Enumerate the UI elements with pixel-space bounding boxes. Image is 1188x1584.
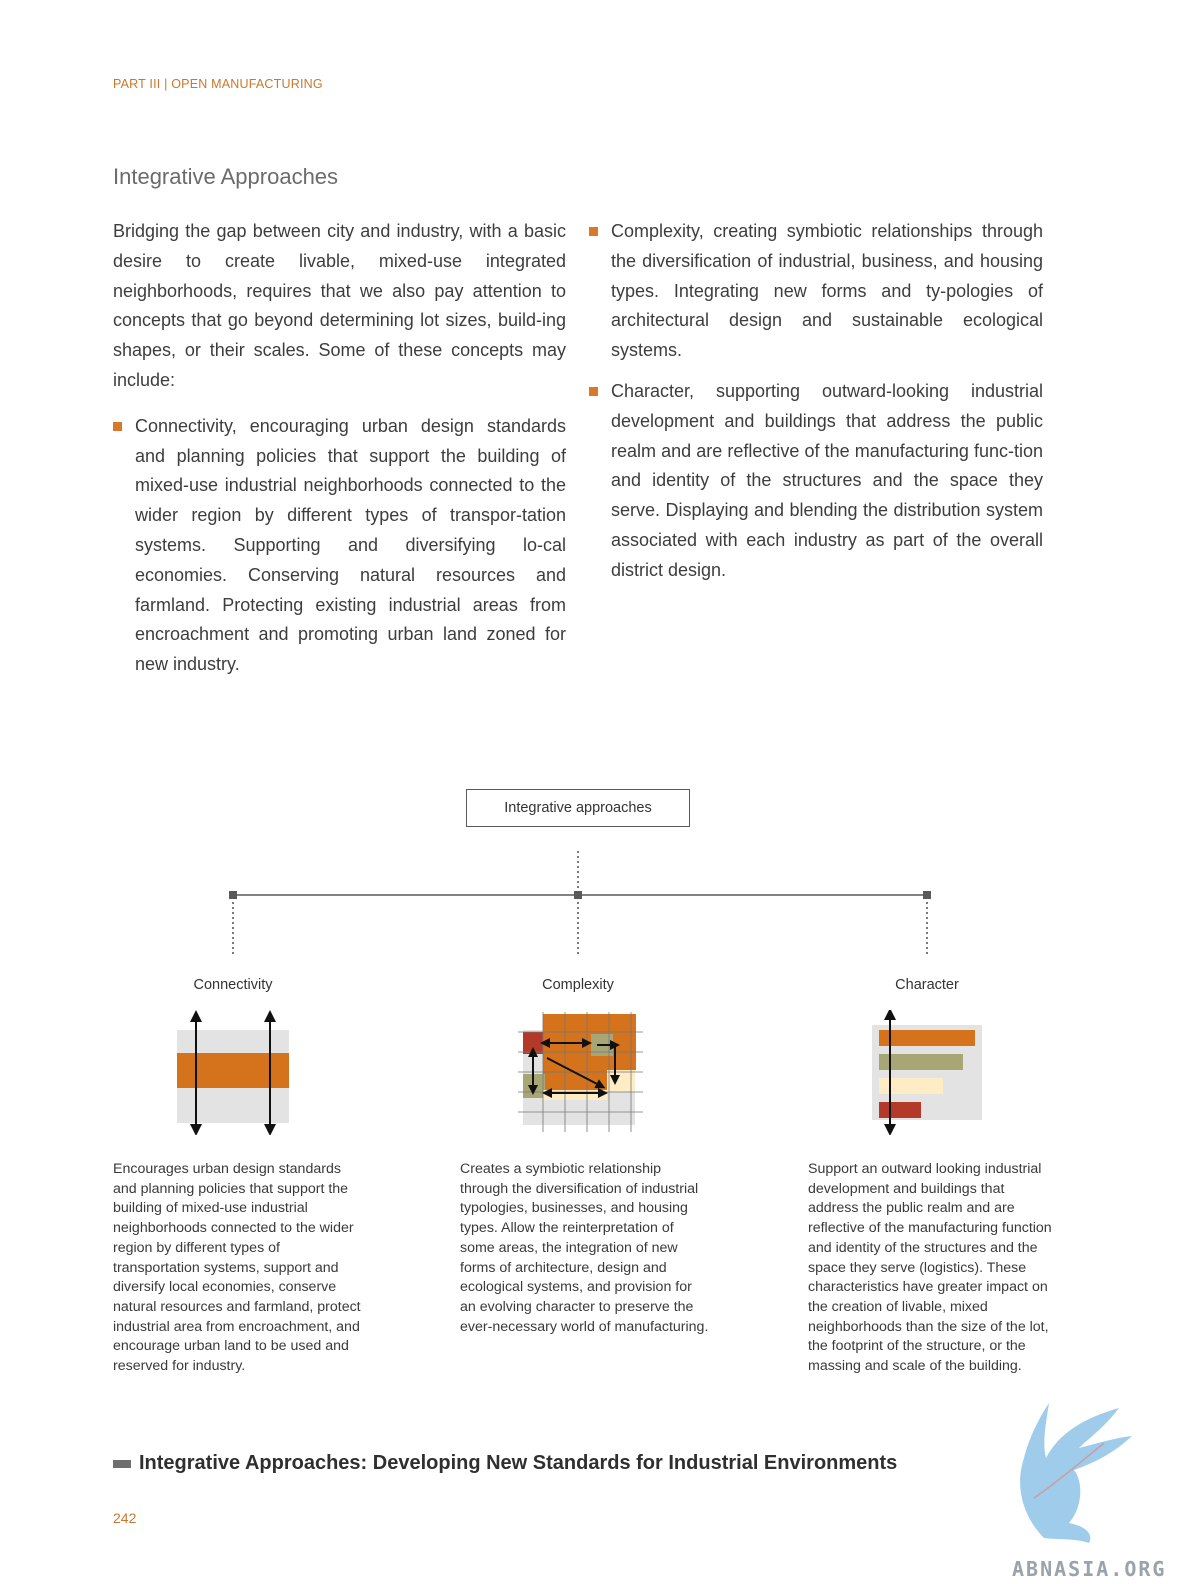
description-connectivity: Encourages urban design standards and pl… — [113, 1161, 361, 1375]
branch-label-connectivity: Connectivity — [193, 977, 273, 993]
griffin-logo-icon — [1020, 1403, 1132, 1543]
figure-caption: Integrative Approaches: Developing New S… — [113, 1452, 897, 1475]
branch-label-complexity: Complexity — [542, 977, 614, 993]
character-icon — [872, 1010, 982, 1135]
caption-bar-icon — [113, 1459, 131, 1468]
description-complexity: Creates a symbiotic relationship through… — [460, 1161, 709, 1335]
description-character: Support an outward looking industrial de… — [808, 1161, 1052, 1375]
complexity-icon — [518, 1012, 643, 1132]
node-square-left — [229, 891, 237, 899]
branch-label-character: Character — [895, 977, 959, 993]
page-number: 242 — [113, 1510, 137, 1526]
diagram-connectors — [229, 851, 931, 955]
connectivity-icon — [177, 1010, 289, 1135]
watermark-text: ABNASIA.ORG — [1012, 1557, 1167, 1581]
node-square-right — [923, 891, 931, 899]
node-square-center — [574, 891, 582, 899]
caption-text: Integrative Approaches: Developing New S… — [139, 1452, 898, 1474]
